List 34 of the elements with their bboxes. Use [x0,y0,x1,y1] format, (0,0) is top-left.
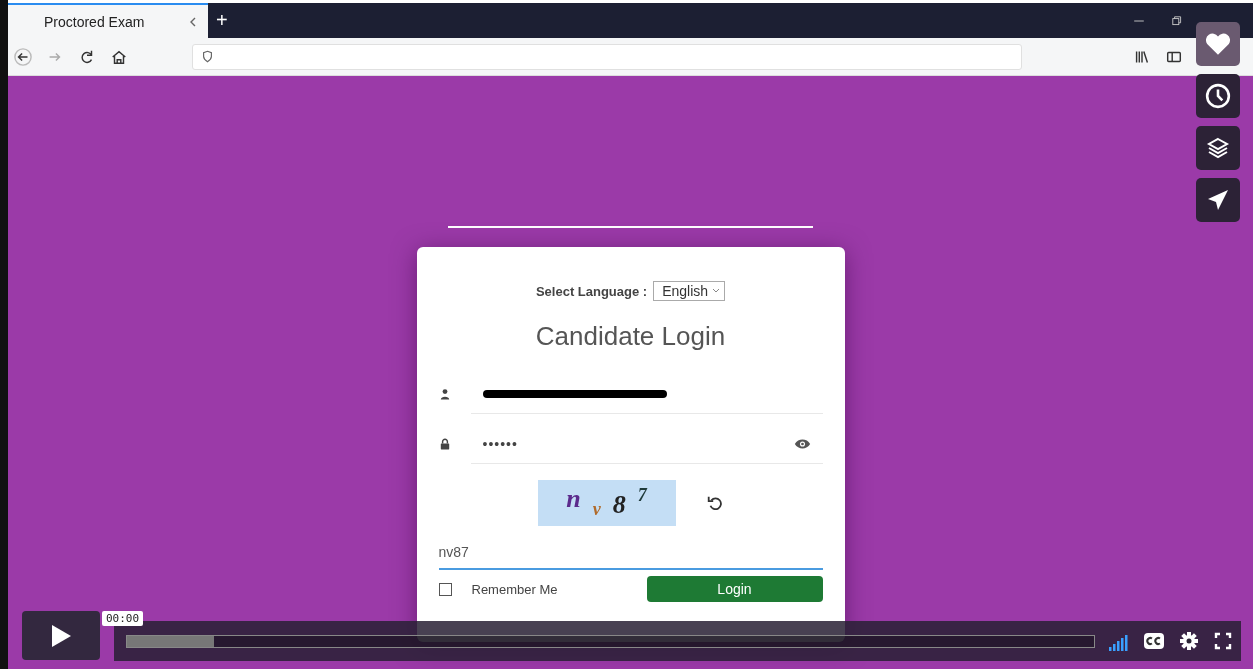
paper-plane-icon [1206,188,1230,212]
settings-icon[interactable] [1179,631,1199,651]
collections-button[interactable] [1196,126,1240,170]
remember-label: Remember Me [471,581,558,597]
chevron-icon [188,16,198,27]
remember-checkbox[interactable] [438,582,452,596]
lock-icon [438,438,451,450]
login-title: Candidate Login [535,321,726,352]
language-select[interactable]: English [653,281,726,301]
eye-icon[interactable] [793,437,811,450]
password-field[interactable]: •••••• [470,424,823,464]
like-button[interactable] [1196,22,1240,66]
captions-button[interactable] [1143,632,1165,650]
shield-icon [201,50,214,63]
browser-tab[interactable]: Proctored Exam [8,3,208,38]
watch-later-button[interactable] [1196,74,1240,118]
back-icon[interactable] [14,47,32,66]
clock-icon [1205,83,1231,109]
user-icon [438,388,451,400]
fullscreen-icon[interactable] [1213,631,1233,651]
play-icon [50,623,72,648]
refresh-icon[interactable] [705,494,724,512]
share-button[interactable] [1196,178,1240,222]
language-label: Select Language : [535,283,648,299]
new-tab-button[interactable]: + [208,3,236,38]
login-button[interactable]: Login [646,576,823,602]
chevron-icon [712,288,721,294]
captcha-image: n v 8 7 [537,480,676,526]
progress-track[interactable] [126,634,1095,648]
heart-icon [1205,32,1231,56]
layers-icon [1206,136,1230,160]
time-tooltip: 00:00 [102,611,144,626]
play-button[interactable] [22,611,100,660]
captcha-input[interactable]: nv87 [438,538,823,570]
